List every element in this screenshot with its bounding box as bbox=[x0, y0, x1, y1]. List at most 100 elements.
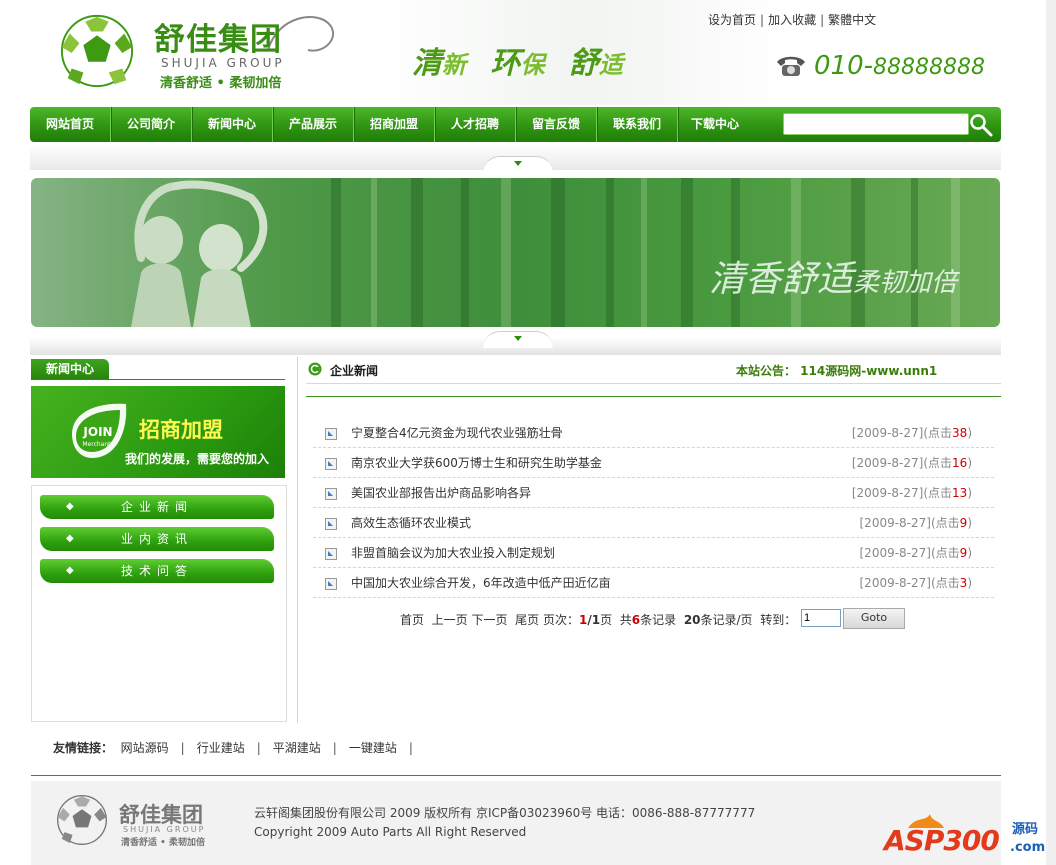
page-scrollbar[interactable] bbox=[1046, 0, 1056, 865]
next-page-link[interactable]: 下一页 bbox=[472, 613, 508, 627]
banner-top-band bbox=[30, 144, 1001, 173]
footer-logo-en: SHUJIA GROUP bbox=[123, 825, 206, 834]
news-section-title: 企业新闻 bbox=[330, 364, 379, 378]
banner-toggle-notch[interactable] bbox=[483, 331, 553, 348]
divider: | bbox=[760, 13, 765, 27]
franchise-promo-banner[interactable]: JOIN Merchants 招商加盟 我们的发展，需要您的加入 bbox=[31, 386, 285, 478]
news-date: [2009-8-27] bbox=[859, 546, 931, 560]
news-title-link[interactable]: 非盟首脑会议为加大农业投入制定规划 bbox=[351, 544, 555, 561]
telephone-icon bbox=[777, 56, 805, 76]
news-date: [2009-8-27] bbox=[851, 456, 924, 470]
tagline-char: 舒 bbox=[568, 46, 599, 81]
franchise-title: 招商加盟 bbox=[139, 417, 223, 442]
search-icon[interactable] bbox=[968, 112, 994, 138]
friend-links: 友情链接： 网站源码 | 行业建站 | 平湖建站 | 一键建站 | bbox=[53, 741, 413, 755]
add-favorite-link[interactable]: 加入收藏 bbox=[768, 13, 816, 27]
site-notice: 本站公告： 114源码网-www.unn1 bbox=[736, 364, 938, 378]
clicks-label: 点击 bbox=[928, 456, 953, 470]
total-label: 共 bbox=[619, 613, 632, 627]
set-homepage-link[interactable]: 设为首页 bbox=[708, 13, 756, 27]
circle-arrow-icon bbox=[308, 362, 322, 376]
logo-english-name: SHUJIA GROUP bbox=[161, 56, 285, 70]
footer: 舒佳集团 SHUJIA GROUP 清香舒适 • 柔韧加倍 云轩阁集团股份有限公… bbox=[31, 781, 1001, 865]
news-item[interactable]: 南京农业大学获600万博士生和研究生助学基金 [2009-8-27](点击16) bbox=[313, 448, 994, 478]
traditional-chinese-link[interactable]: 繁體中文 bbox=[828, 13, 876, 27]
banner-slogan-main: 清香舒适 bbox=[709, 259, 854, 300]
news-meta: [2009-8-27](点击38) bbox=[851, 426, 972, 440]
news-item[interactable]: 美国农业部报告出炉商品影响各异 [2009-8-27](点击13) bbox=[313, 478, 994, 508]
phone-contact: 010-88888888 bbox=[774, 51, 985, 81]
top-links: 设为首页 | 加入收藏 | 繁體中文 bbox=[708, 11, 876, 28]
banner-toggle-notch[interactable] bbox=[483, 156, 553, 173]
tagline-char: 新 bbox=[442, 50, 466, 79]
nav-item-news[interactable]: 新闻中心 bbox=[192, 107, 273, 142]
news-date: [2009-8-27] bbox=[859, 576, 931, 590]
left-section-tab[interactable]: 新闻中心 bbox=[31, 359, 109, 379]
footer-logo-slogan: 清香舒适 • 柔韧加倍 bbox=[121, 838, 206, 848]
clicks-label: 点击 bbox=[935, 516, 960, 530]
category-enterprise-news[interactable]: ◆ 企业新闻 bbox=[40, 495, 274, 519]
tagline-char: 适 bbox=[598, 50, 623, 79]
news-title-link[interactable]: 南京农业大学获600万博士生和研究生助学基金 bbox=[351, 454, 602, 471]
news-title-link[interactable]: 高效生态循环农业模式 bbox=[351, 514, 471, 531]
friend-link[interactable]: 平湖建站 bbox=[273, 741, 321, 755]
news-item[interactable]: 高效生态循环农业模式 [2009-8-27](点击9) bbox=[313, 508, 994, 538]
join-badge-icon: JOIN Merchants bbox=[72, 403, 127, 458]
main-nav: 网站首页 公司简介 新闻中心 产品展示 招商加盟 人才招聘 留言反馈 联系我们 … bbox=[30, 107, 1001, 142]
page-unit: 页 bbox=[600, 613, 613, 627]
clicks-label: 点击 bbox=[928, 426, 953, 440]
watermark-cn: 源码 bbox=[1012, 822, 1039, 837]
click-count: 9 bbox=[959, 516, 968, 530]
nav-item-contact[interactable]: 联系我们 bbox=[597, 107, 678, 142]
arrow-bullet-icon bbox=[325, 578, 337, 590]
chevron-down-icon bbox=[514, 161, 522, 166]
nav-item-products[interactable]: 产品展示 bbox=[273, 107, 354, 142]
header-tagline: 清新 环保 舒适 bbox=[412, 38, 623, 82]
friend-link[interactable]: 网站源码 bbox=[121, 741, 169, 755]
arrow-bullet-icon bbox=[325, 518, 337, 530]
banner-slogan: 清香舒适柔韧加倍 bbox=[709, 250, 957, 302]
friend-link[interactable]: 行业建站 bbox=[197, 741, 245, 755]
arrow-bullet-icon bbox=[325, 488, 337, 500]
phone-number: 010-88888888 bbox=[814, 51, 985, 81]
page-number-input[interactable] bbox=[801, 609, 841, 627]
first-page-link[interactable]: 首页 bbox=[400, 613, 424, 627]
news-item[interactable]: 中国加大农业综合开发，6年改造中低产田近亿亩 [2009-8-27](点击3) bbox=[313, 568, 994, 598]
nav-item-franchise[interactable]: 招商加盟 bbox=[354, 107, 435, 142]
footer-logo: 舒佳集团 SHUJIA GROUP 清香舒适 • 柔韧加倍 bbox=[55, 789, 235, 851]
friend-link[interactable]: 一键建站 bbox=[349, 741, 397, 755]
watermark-com: .com bbox=[1010, 840, 1046, 855]
news-title-link[interactable]: 中国加大农业综合开发，6年改造中低产田近亿亩 bbox=[351, 574, 611, 591]
nav-item-home[interactable]: 网站首页 bbox=[30, 107, 111, 142]
news-item[interactable]: 宁夏整合4亿元资金为现代农业强筋壮骨 [2009-8-27](点击38) bbox=[313, 418, 994, 448]
category-label: 业内资讯 bbox=[120, 532, 193, 546]
news-meta: [2009-8-27](点击9) bbox=[859, 546, 973, 560]
soccer-ball-logo-icon bbox=[60, 14, 134, 88]
nav-item-feedback[interactable]: 留言反馈 bbox=[516, 107, 597, 142]
total-pages: 1 bbox=[591, 613, 601, 627]
nav-item-downloads[interactable]: 下载中心 bbox=[678, 107, 752, 142]
news-date: [2009-8-27] bbox=[859, 516, 931, 530]
footer-copyright-info: 云轩阁集团股份有限公司 2009 版权所有 京ICP备03023960号 电话：… bbox=[254, 806, 756, 820]
prev-page-link[interactable]: 上一页 bbox=[432, 613, 468, 627]
tagline-char: 保 bbox=[520, 50, 545, 79]
site-logo[interactable]: 舒佳集团 SHUJIA GROUP 清香舒适 • 柔韧加倍 bbox=[58, 8, 348, 96]
news-title-link[interactable]: 宁夏整合4亿元资金为现代农业强筋壮骨 bbox=[351, 424, 563, 441]
nav-item-jobs[interactable]: 人才招聘 bbox=[435, 107, 516, 142]
last-page-link[interactable]: 尾页 bbox=[515, 613, 539, 627]
goto-button[interactable]: Goto bbox=[843, 608, 905, 629]
news-item[interactable]: 非盟首脑会议为加大农业投入制定规划 [2009-8-27](点击9) bbox=[313, 538, 994, 568]
news-title-link[interactable]: 美国农业部报告出炉商品影响各异 bbox=[351, 484, 531, 501]
category-tech-qa[interactable]: ◆ 技术问答 bbox=[40, 559, 274, 583]
news-header: 企业新闻 本站公告： 114源码网-www.unn1 bbox=[306, 360, 1001, 382]
divider bbox=[306, 396, 1001, 397]
category-label: 技术问答 bbox=[120, 564, 193, 578]
search-input[interactable] bbox=[783, 113, 969, 135]
nav-item-about[interactable]: 公司简介 bbox=[111, 107, 192, 142]
phone-prefix: 010- bbox=[814, 51, 874, 81]
category-industry-news[interactable]: ◆ 业内资讯 bbox=[40, 527, 274, 551]
asp300-watermark: ASP300 源码 .com bbox=[884, 812, 1056, 865]
footer-copyright-en: Copyright 2009 Auto Parts All Right Rese… bbox=[254, 825, 527, 839]
divider bbox=[306, 383, 1001, 384]
join-badge-label: JOIN bbox=[82, 425, 112, 439]
